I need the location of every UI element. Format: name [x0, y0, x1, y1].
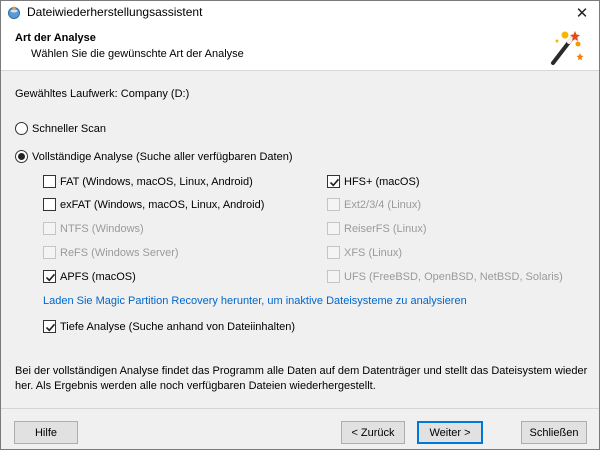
next-button[interactable]: Weiter > [417, 421, 483, 444]
fs-option-xfs: XFS (Linux) [327, 246, 402, 259]
deep-analysis-checkbox[interactable] [43, 320, 56, 333]
magic-wand-icon [551, 31, 584, 65]
fs-option-fat[interactable]: FAT (Windows, macOS, Linux, Android) [43, 175, 253, 188]
fs-option-ntfs: NTFS (Windows) [43, 222, 144, 235]
analysis-info-text: Bei der vollständigen Analyse findet das… [15, 365, 588, 392]
fs-checkbox-hfsplus[interactable] [327, 175, 340, 188]
fs-option-refs: ReFS (Windows Server) [43, 246, 179, 259]
fs-option-exfat[interactable]: exFAT (Windows, macOS, Linux, Android) [43, 198, 264, 211]
fs-option-ext: Ext2/3/4 (Linux) [327, 198, 421, 211]
close-icon: ✕ [575, 4, 589, 22]
fs-checkbox-ext [327, 198, 340, 211]
full-analysis-label: Vollständige Analyse (Suche aller verfüg… [32, 150, 293, 163]
fs-checkbox-exfat[interactable] [43, 198, 56, 211]
checkmark-icon [329, 178, 340, 187]
app-icon [8, 6, 20, 19]
fs-label-xfs: XFS (Linux) [344, 246, 403, 259]
wizard-header: Art der Analyse Wählen Sie die gewünscht… [1, 24, 599, 71]
header-subtitle: Wählen Sie die gewünschte Art der Analys… [31, 48, 244, 60]
fs-label-fat: FAT (Windows, macOS, Linux, Android) [60, 175, 253, 188]
fs-checkbox-fat[interactable] [43, 175, 56, 188]
title-bar: Dateiwiederherstellungsassistent ✕ [1, 1, 599, 24]
fs-checkbox-ufs [327, 270, 340, 283]
window-close-button[interactable]: ✕ [565, 1, 599, 24]
fs-checkbox-reiserfs [327, 222, 340, 235]
fs-checkbox-xfs [327, 246, 340, 259]
selected-drive-label: Gewähltes Laufwerk: Company (D:) [15, 88, 190, 100]
fs-checkbox-apfs[interactable] [43, 270, 56, 283]
full-analysis-option[interactable]: Vollständige Analyse (Suche aller verfüg… [15, 150, 293, 163]
full-analysis-radio[interactable] [15, 150, 28, 163]
fs-option-ufs: UFS (FreeBSD, OpenBSD, NetBSD, Solaris) [327, 270, 563, 283]
header-title: Art der Analyse [15, 32, 96, 44]
back-button[interactable]: < Zurück [341, 421, 405, 444]
fs-label-refs: ReFS (Windows Server) [60, 246, 179, 259]
quick-scan-radio[interactable] [15, 122, 28, 135]
wizard-footer: Hilfe < Zurück Weiter > Schließen [1, 408, 599, 449]
deep-analysis-option[interactable]: Tiefe Analyse (Suche anhand von Dateiinh… [43, 320, 295, 333]
fs-label-hfsplus: HFS+ (macOS) [344, 175, 420, 188]
fs-label-ext: Ext2/3/4 (Linux) [344, 198, 422, 211]
help-button[interactable]: Hilfe [14, 421, 78, 444]
partition-recovery-link[interactable]: Laden Sie Magic Partition Recovery herun… [43, 295, 467, 307]
fs-checkbox-ntfs [43, 222, 56, 235]
window-title: Dateiwiederherstellungsassistent [27, 5, 203, 19]
fs-option-hfsplus[interactable]: HFS+ (macOS) [327, 175, 419, 188]
close-button[interactable]: Schließen [521, 421, 587, 444]
fs-option-reiserfs: ReiserFS (Linux) [327, 222, 427, 235]
deep-analysis-label: Tiefe Analyse (Suche anhand von Dateiinh… [60, 320, 296, 333]
wizard-window: Dateiwiederherstellungsassistent ✕ Art d… [0, 0, 600, 450]
fs-label-exfat: exFAT (Windows, macOS, Linux, Android) [60, 198, 265, 211]
fs-checkbox-refs [43, 246, 56, 259]
fs-option-apfs[interactable]: APFS (macOS) [43, 270, 136, 283]
fs-label-ufs: UFS (FreeBSD, OpenBSD, NetBSD, Solaris) [344, 270, 563, 283]
checkmark-icon [45, 273, 56, 282]
fs-label-ntfs: NTFS (Windows) [60, 222, 144, 235]
quick-scan-option[interactable]: Schneller Scan [15, 122, 106, 135]
checkmark-icon [45, 323, 56, 332]
quick-scan-label: Schneller Scan [32, 122, 106, 135]
fs-label-reiserfs: ReiserFS (Linux) [344, 222, 427, 235]
fs-label-apfs: APFS (macOS) [60, 270, 136, 283]
